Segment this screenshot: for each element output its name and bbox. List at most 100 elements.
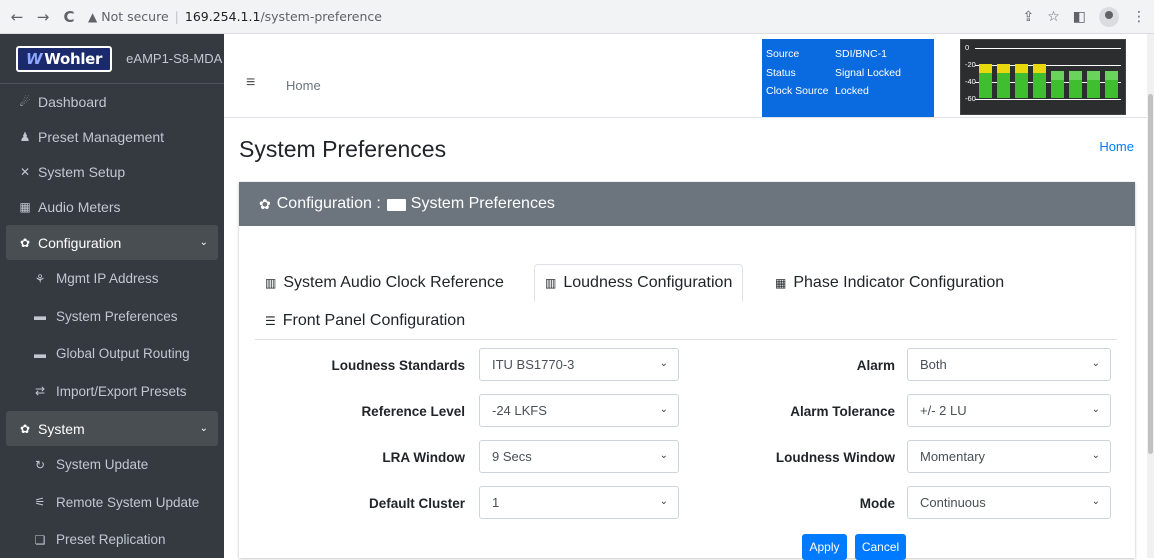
cancel-button[interactable]: Cancel (855, 534, 906, 560)
default-cluster-select[interactable]: 1 ⌄ (479, 486, 679, 519)
sidebar-item-system-preferences[interactable]: ▬ System Preferences (0, 298, 224, 336)
network-icon: ⚘ (34, 271, 46, 286)
gears-icon: ✿ (19, 421, 31, 436)
tab-label: Front Panel Configuration (282, 312, 466, 329)
sidebar-item-preset-management[interactable]: ♟ Preset Management (0, 119, 224, 154)
meter-channel-bar (1051, 71, 1064, 98)
meter-gridline (975, 48, 1121, 49)
clock-source-label: Clock Source (766, 85, 829, 98)
gear-icon: ✿ (19, 235, 31, 250)
wohler-logo: W Wohler (16, 45, 113, 72)
alarm-tolerance-select[interactable]: +/- 2 LU ⌄ (907, 394, 1111, 427)
users-cog-icon: ♟ (19, 129, 31, 144)
keyboard-icon: ▬ (34, 346, 46, 361)
sidebar-item-system[interactable]: ✿ System ⌄ (6, 411, 218, 446)
grid-icon: ▦ (775, 276, 787, 290)
chart-icon: ▥ (265, 276, 277, 290)
meter-peak-segment (1033, 64, 1046, 73)
exchange-icon: ⇄ (34, 384, 46, 399)
meter-peak-segment (997, 64, 1010, 73)
address-bar[interactable]: ▲ Not secure | 169.254.1.1 /system-prefe… (88, 4, 382, 30)
sidebar-item-label: Configuration (38, 234, 122, 251)
tab-loudness-configuration[interactable]: ▥ Loudness Configuration (534, 264, 744, 302)
page-scrollbar[interactable] (1147, 34, 1154, 558)
clock-source-value: Locked (835, 85, 869, 98)
forward-icon[interactable]: → (32, 8, 54, 26)
selected-value: 9 Secs (492, 449, 532, 464)
tab-label: Loudness Configuration (563, 274, 733, 291)
header-home-link[interactable]: Home (286, 78, 321, 93)
breadcrumb-home[interactable]: Home (1099, 139, 1134, 154)
meter-gridline (975, 99, 1121, 100)
kebab-menu-icon[interactable]: ⋮ (1132, 9, 1146, 25)
chevron-down-icon: ⌄ (199, 237, 208, 248)
device-name: eAMP1-S8-MDA (126, 51, 223, 66)
mode-label: Mode (859, 496, 895, 511)
hamburger-menu-icon[interactable]: ≡ (246, 74, 255, 92)
apply-button[interactable]: Apply (802, 534, 847, 560)
sidebar-item-label: Audio Meters (38, 198, 121, 215)
meter-channel-bar (1069, 71, 1082, 98)
browser-toolbar: ← → C ▲ Not secure | 169.254.1.1 /system… (0, 0, 1154, 34)
mode-select[interactable]: Continuous ⌄ (907, 486, 1111, 519)
browser-actions: ⇪ ☆ ◧ ⋮ (1022, 0, 1146, 34)
meter-peak-segment (1015, 64, 1028, 73)
sidebar-item-system-update[interactable]: ↻ System Update (0, 446, 224, 484)
sidebar-item-preset-replication[interactable]: ❏ Preset Replication (0, 521, 224, 559)
sidebar-item-mgmt-ip-address[interactable]: ⚘ Mgmt IP Address (0, 260, 224, 298)
configuration-card: ✿ Configuration : System Preferences ▥ S… (239, 182, 1135, 560)
copy-icon: ❏ (34, 532, 46, 547)
loudness-window-label: Loudness Window (775, 450, 895, 465)
reload-icon[interactable]: C (58, 8, 80, 26)
selected-value: Continuous (920, 495, 986, 510)
meter-peak-segment (1105, 71, 1118, 80)
loudness-window-select[interactable]: Momentary ⌄ (907, 440, 1111, 473)
profile-icon[interactable] (1099, 7, 1119, 27)
sidebar-item-system-setup[interactable]: ✕ System Setup (0, 154, 224, 189)
chevron-down-icon: ⌄ (1091, 358, 1100, 369)
remote-icon: ⚟ (34, 495, 46, 510)
meter-channel-bar (1105, 71, 1118, 98)
audio-level-meter[interactable]: 0 -20 -40 -60 (960, 39, 1126, 115)
chevron-down-icon: ⌄ (1091, 450, 1100, 461)
back-icon[interactable]: ← (6, 8, 28, 26)
sidebar-item-label: Remote System Update (56, 494, 200, 510)
tab-phase-indicator-configuration[interactable]: ▦ Phase Indicator Configuration (765, 264, 1014, 302)
sidebar-item-label: System Preferences (56, 308, 178, 324)
sidebar-item-global-output-routing[interactable]: ▬ Global Output Routing (0, 335, 224, 373)
chevron-down-icon: ⌄ (199, 423, 208, 434)
lra-window-select[interactable]: 9 Secs ⌄ (479, 440, 679, 473)
scrollbar-thumb[interactable] (1148, 94, 1153, 454)
alarm-label: Alarm (856, 358, 895, 373)
brand[interactable]: W Wohler eAMP1-S8-MDA (0, 34, 224, 84)
chevron-down-icon: ⌄ (1091, 496, 1100, 507)
tab-front-panel-configuration[interactable]: ☰ Front Panel Configuration (255, 302, 475, 340)
sidebar-item-dashboard[interactable]: ☄ Dashboard (0, 84, 224, 119)
sidebar-item-audio-meters[interactable]: ▦ Audio Meters (0, 189, 224, 224)
selected-value: 1 (492, 495, 500, 510)
sidebar-item-import-export-presets[interactable]: ⇄ Import/Export Presets (0, 373, 224, 411)
sidebar-item-remote-system-update[interactable]: ⚟ Remote System Update (0, 484, 224, 522)
meter-channel-bar (1015, 64, 1028, 98)
sidebar-item-label: Mgmt IP Address (56, 271, 159, 287)
tab-system-audio-clock-reference[interactable]: ▥ System Audio Clock Reference (255, 264, 514, 302)
share-icon[interactable]: ⇪ (1022, 9, 1034, 25)
alarm-select[interactable]: Both ⌄ (907, 348, 1111, 381)
card-header-prefix: Configuration : (276, 195, 381, 212)
meter-peak-segment (1087, 71, 1100, 80)
security-status: Not secure (101, 9, 169, 24)
selected-value: -24 LKFS (492, 403, 547, 418)
sidebar-item-configuration[interactable]: ✿ Configuration ⌄ (6, 225, 218, 260)
meter-peak-segment (979, 64, 992, 73)
reference-level-select[interactable]: -24 LKFS ⌄ (479, 394, 679, 427)
sidepanel-icon[interactable]: ◧ (1073, 9, 1086, 25)
tab-label: Phase Indicator Configuration (793, 274, 1005, 291)
status-value: Signal Locked (835, 66, 901, 79)
sidebar-item-label: System Setup (38, 163, 126, 180)
meter-channel-bar (1087, 71, 1100, 98)
default-cluster-label: Default Cluster (368, 496, 465, 511)
bookmark-star-icon[interactable]: ☆ (1047, 9, 1060, 25)
loudness-standards-select[interactable]: ITU BS1770-3 ⌄ (479, 348, 679, 381)
warning-icon: ▲ (88, 9, 98, 24)
chevron-down-icon: ⌄ (659, 404, 668, 415)
